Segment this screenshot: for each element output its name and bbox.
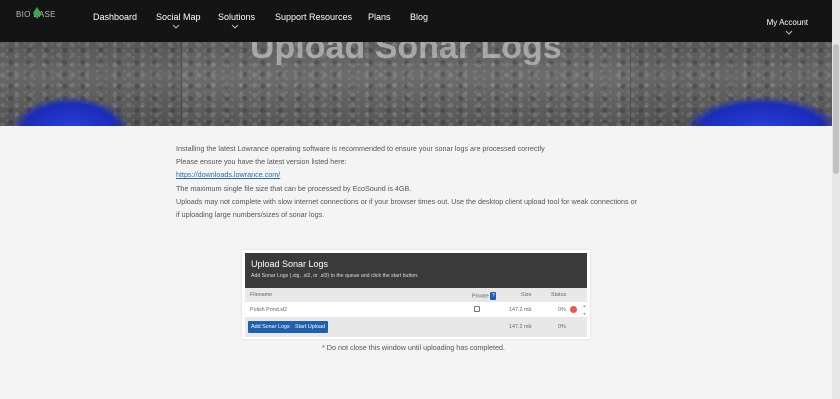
remove-file-icon[interactable] (570, 306, 577, 313)
file-name: Polish Pond.sl2 (250, 307, 288, 313)
start-upload-button[interactable]: Start Upload (292, 321, 328, 333)
column-size: Size (521, 292, 532, 298)
hero-banner: Upload Sonar Logs (0, 42, 832, 126)
lowrance-download-link[interactable]: https://downloads.lowrance.com/ (176, 170, 280, 179)
biobase-logo[interactable]: BIO BASE (16, 7, 68, 21)
add-sonar-logs-button[interactable]: Add Sonar Logs (248, 321, 293, 333)
chevron-down-icon[interactable] (785, 30, 793, 36)
column-filename: Filename (250, 292, 273, 298)
instruction-line: Uploads may not complete with slow inter… (176, 196, 638, 206)
column-private-label: Private (472, 293, 489, 300)
total-size: 147.2 mb (509, 324, 532, 330)
nav-plans[interactable]: Plans (368, 12, 391, 22)
chevron-down-icon[interactable] (172, 24, 180, 30)
my-account-menu[interactable]: My Account (767, 18, 808, 27)
column-status: Status (551, 292, 567, 298)
instruction-line: if uploading large numbers/sizes of sona… (176, 210, 325, 220)
instruction-line: The maximum single file size that can be… (176, 183, 412, 193)
fish-logo-icon (33, 7, 41, 19)
private-help-icon[interactable]: ? (490, 292, 497, 300)
upload-warning-note: * Do not close this window until uploadi… (322, 343, 505, 352)
nav-support-resources[interactable]: Support Resources (275, 12, 352, 22)
top-navigation: BIO BASE Dashboard Social Map Solutions … (0, 0, 832, 42)
nav-blog[interactable]: Blog (410, 12, 428, 22)
file-status: 0% (558, 307, 566, 313)
upload-instructions: Installing the latest Lowrance operating… (176, 142, 666, 221)
table-row: Polish Pond.sl2 147.2 mb 0% (245, 303, 587, 317)
page-title: Upload Sonar Logs (250, 42, 562, 66)
nav-dashboard[interactable]: Dashboard (93, 12, 137, 22)
list-scrollbar[interactable] (582, 303, 587, 317)
file-size: 147.2 mb (509, 307, 532, 313)
chevron-down-icon[interactable] (231, 24, 239, 30)
column-private: Private ? (472, 292, 497, 300)
file-table-header: Filename Private ? Size Status (245, 288, 587, 302)
instruction-line: Installing the latest Lowrance operating… (176, 144, 545, 153)
scrollbar-thumb[interactable] (833, 44, 839, 174)
total-status: 0% (558, 324, 566, 330)
upload-widget: Upload Sonar Logs Add Sonar Logs (.slg, … (242, 250, 590, 339)
page-scrollbar[interactable] (832, 0, 840, 399)
upload-header: Upload Sonar Logs Add Sonar Logs (.slg, … (245, 253, 587, 288)
upload-footer: Add Sonar Logs Start Upload 147.2 mb 0% (245, 317, 587, 337)
nav-solutions[interactable]: Solutions (218, 12, 255, 22)
nav-social-map[interactable]: Social Map (156, 12, 201, 22)
upload-title: Upload Sonar Logs (251, 259, 329, 269)
upload-subtitle: Add Sonar Logs (.slg, .sl2, or .sl3) to … (251, 273, 419, 279)
private-checkbox[interactable] (474, 306, 480, 312)
instruction-line: Please ensure you have the latest versio… (176, 157, 347, 167)
